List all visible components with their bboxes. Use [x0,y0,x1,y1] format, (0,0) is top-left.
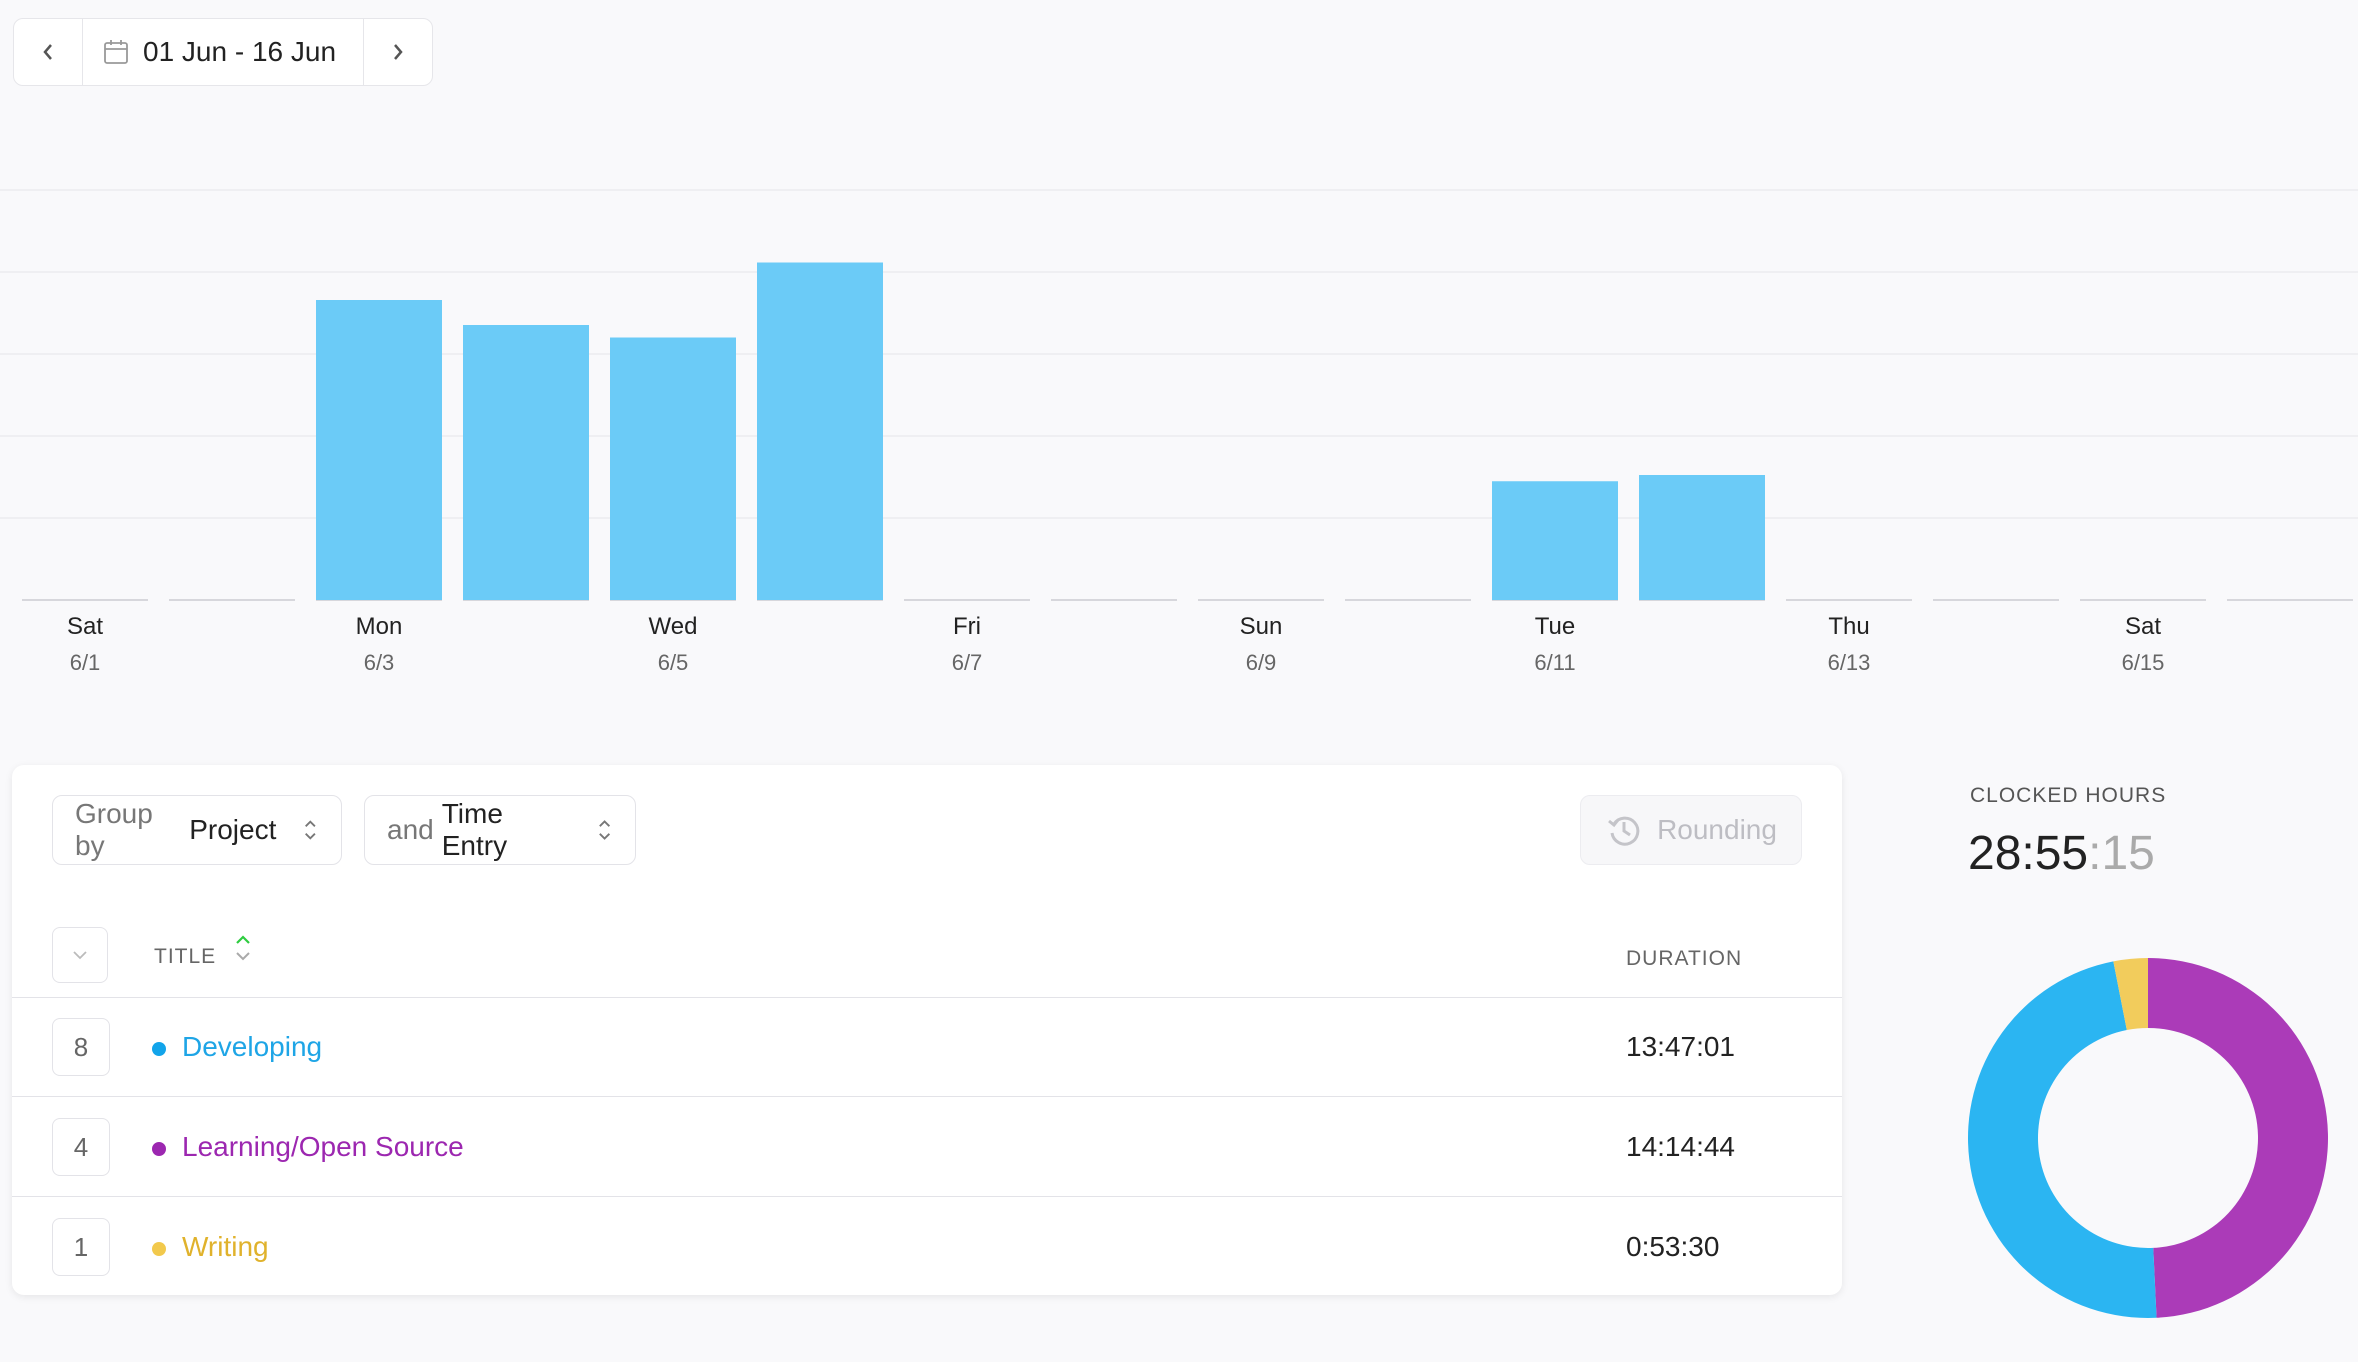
rounding-label: Rounding [1657,814,1777,845]
duration-column-header: DURATION [1626,947,1743,970]
project-name-link[interactable]: Writing [182,1231,269,1263]
sort-chevrons-icon [598,820,610,840]
group-by-select[interactable]: Group by Project [52,795,342,865]
group-by-value: Project [189,814,277,845]
date-range-display[interactable]: 01 Jun - 16 Jun [83,19,363,85]
expand-all-toggle[interactable] [52,927,108,983]
x-tick-date-label: 6/13 [1828,650,1871,675]
project-color-dot [152,1242,166,1256]
chevron-right-icon [394,44,403,60]
table-header: TITLE DURATION [12,915,1842,998]
chart-bar[interactable] [463,325,589,600]
table-row[interactable]: 4 Learning/Open Source 14:14:44 [12,1097,1842,1197]
x-tick-date-label: 6/11 [1534,650,1575,675]
clocked-hours-value: 28:55:15 [1968,826,2155,881]
clocked-hours-seconds: :15 [2088,827,2155,880]
entry-count-badge[interactable]: 1 [52,1218,110,1276]
x-tick-date-label: 6/5 [658,650,689,675]
x-tick-day-label: Wed [649,613,698,640]
x-tick-date-label: 6/3 [364,650,395,675]
duration-value: 14:14:44 [1626,1131,1735,1162]
date-range-label: 01 Jun - 16 Jun [143,36,337,67]
clocked-hours-main: 28:55 [1968,827,2089,880]
project-distribution-donut [1968,958,2328,1318]
report-table-card: Group by Project and Time Entry Rounding… [12,765,1842,1295]
sort-chevrons-icon [305,820,316,840]
chart-bar[interactable] [1639,475,1765,600]
group-by-prefix: Group by [75,798,153,861]
project-color-dot [152,1042,166,1056]
project-name-link[interactable]: Learning/Open Source [182,1131,464,1163]
chart-bar[interactable] [757,262,883,601]
project-color-dot [152,1142,166,1156]
chevron-left-icon [43,44,52,60]
chart-bar[interactable] [316,300,442,600]
x-tick-day-label: Fri [953,613,981,640]
entry-count-badge[interactable]: 8 [52,1018,110,1076]
x-tick-date-label: 6/9 [1246,650,1277,675]
then-by-value: Time Entry [441,798,508,861]
chevron-down-icon [73,951,87,960]
rounding-button[interactable]: Rounding [1580,795,1802,865]
title-column-header[interactable]: TITLE [154,945,216,969]
chart-bar[interactable] [1492,481,1618,600]
project-name-link[interactable]: Developing [182,1031,322,1063]
entry-count-badge[interactable]: 4 [52,1118,110,1176]
next-range-button[interactable] [363,19,432,85]
x-tick-day-label: Sat [2125,613,2161,640]
table-row[interactable]: 1 Writing 0:53:30 [12,1197,1842,1296]
chart-bar[interactable] [610,337,736,601]
x-tick-date-label: 6/1 [70,650,101,675]
x-tick-day-label: Thu [1828,613,1869,640]
daily-hours-bar-chart: Sat 6/1 Mon 6/3 Wed 6/5 Fri 6/7 Sun 6/9 Tue 6/11 Thu… [0,189,2358,675]
date-range-picker: 01 Jun - 16 Jun [13,18,433,86]
previous-range-button[interactable] [14,19,83,85]
sort-icon[interactable] [234,933,252,963]
x-tick-date-label: 6/7 [952,650,983,675]
table-row[interactable]: 8 Developing 13:47:01 [12,997,1842,1097]
calendar-icon [104,40,128,64]
x-tick-day-label: Mon [356,613,403,640]
clocked-hours-label: CLOCKED HOURS [1970,784,2167,807]
x-tick-day-label: Sat [67,613,103,640]
x-tick-day-label: Sun [1240,613,1283,640]
history-icon [1608,816,1640,846]
duration-value: 13:47:01 [1626,1031,1735,1062]
x-tick-day-label: Tue [1535,613,1575,640]
then-by-select[interactable]: and Time Entry [364,795,636,865]
then-by-prefix: and [387,814,434,845]
donut-slice[interactable] [2148,958,2328,1318]
x-tick-date-label: 6/15 [2122,650,2165,675]
duration-value: 0:53:30 [1626,1231,1720,1262]
